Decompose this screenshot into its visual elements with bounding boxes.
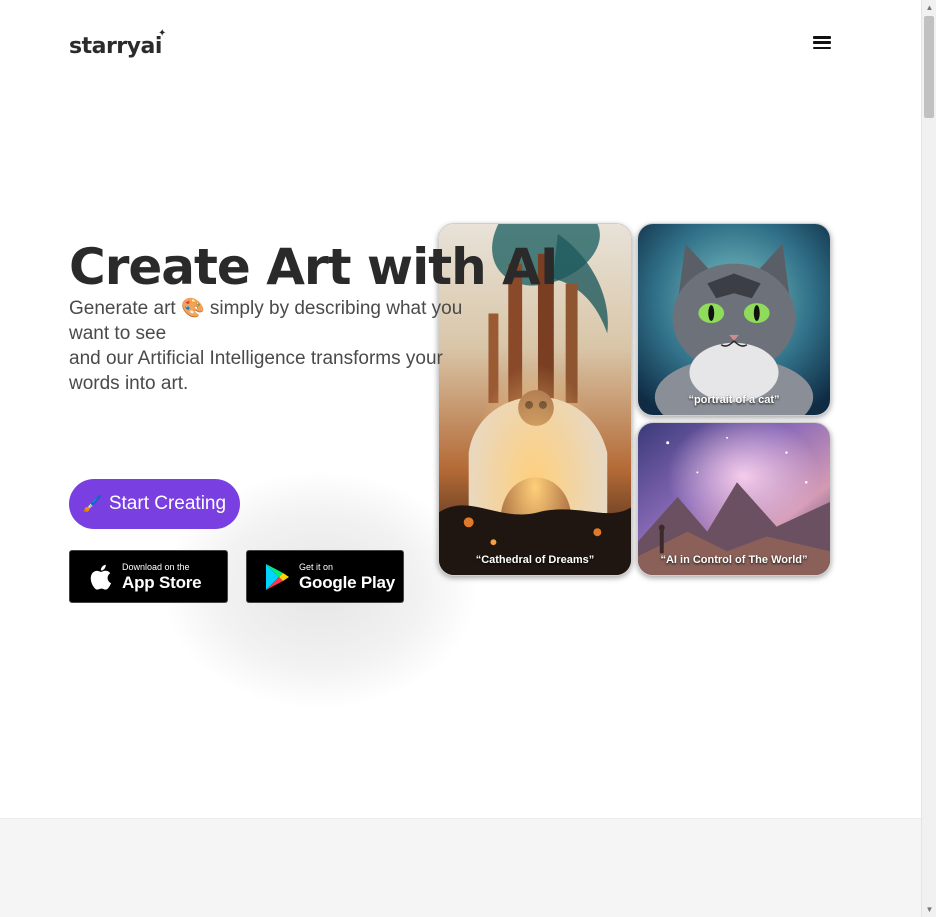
gallery-caption: “AI in Control of The World”	[660, 554, 808, 566]
subtitle-line: and our Artificial Intelligence transfor…	[69, 348, 443, 369]
start-creating-button[interactable]: 🖌️ Start Creating	[69, 479, 240, 529]
scroll-up-arrow-icon[interactable]: ▲	[925, 3, 934, 12]
hamburger-menu-icon[interactable]	[813, 36, 831, 52]
hero-subtitle: Generate art 🎨 simply by describing what…	[69, 296, 479, 396]
start-creating-label: Start Creating	[108, 493, 227, 514]
scroll-down-arrow-icon[interactable]: ▼	[925, 905, 934, 914]
subtitle-line: want to see	[69, 323, 167, 344]
vertical-scrollbar[interactable]: ▲ ▼	[921, 0, 936, 917]
gallery-card-cat[interactable]: “portrait of a cat”	[637, 223, 831, 416]
next-section-band	[0, 818, 921, 917]
app-store-label: App Store	[122, 572, 202, 592]
sparkle-icon: ✦	[158, 28, 166, 39]
subtitle-line: Generate art 🎨 simply by describing what…	[69, 298, 463, 319]
cat-portrait-image	[638, 224, 830, 415]
space-landscape-image	[638, 423, 830, 575]
gallery-caption: “Cathedral of Dreams”	[475, 554, 595, 566]
google-play-badge[interactable]: Get it on Google Play	[246, 550, 404, 603]
paintbrush-icon: 🖌️	[82, 496, 103, 513]
logo-text: starryai	[69, 34, 162, 59]
apple-logo-icon	[84, 561, 116, 593]
google-play-small-text: Get it on	[299, 561, 334, 572]
scrollbar-thumb[interactable]	[924, 16, 934, 118]
google-play-logo-icon	[261, 561, 293, 593]
page: starryai ✦ Create Art with AI Generate ar…	[0, 0, 921, 917]
gallery-card-space[interactable]: “AI in Control of The World”	[637, 422, 831, 576]
app-store-badge[interactable]: Download on the App Store	[69, 550, 228, 603]
google-play-label: Google Play	[299, 572, 396, 592]
app-store-small-text: Download on the	[122, 561, 190, 572]
gallery-caption: “portrait of a cat”	[688, 394, 780, 406]
hero-title: Create Art with AI	[69, 238, 558, 296]
starryai-logo[interactable]: starryai ✦	[69, 28, 166, 59]
subtitle-line: words into art.	[69, 373, 189, 394]
